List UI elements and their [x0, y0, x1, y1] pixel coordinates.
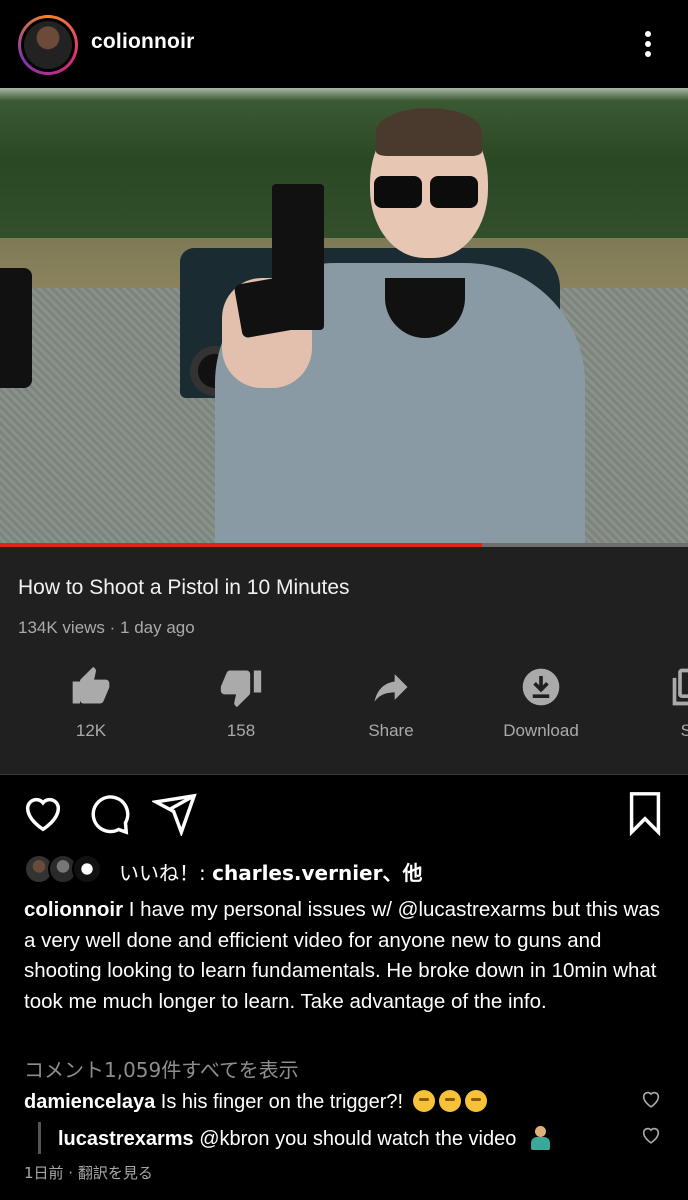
post-action-bar: [0, 790, 688, 840]
pistol: [232, 184, 330, 354]
likes-username[interactable]: charles.vernier: [212, 861, 382, 885]
video-thumbnail[interactable]: [0, 88, 688, 544]
share-arrow-icon: [374, 674, 408, 702]
liker-avatar: [72, 854, 102, 884]
more-options-icon[interactable]: [630, 26, 666, 62]
person-shrugging-emoji: [528, 1126, 552, 1150]
post-header: colionnoir: [0, 0, 688, 88]
heart-icon[interactable]: [20, 790, 66, 836]
view-all-comments-link[interactable]: コメント1,059件すべてを表示: [24, 1054, 299, 1083]
header-username[interactable]: colionnoir: [91, 30, 195, 54]
thumbs-up-icon: [72, 666, 110, 704]
reply-username[interactable]: lucastrexarms: [58, 1128, 194, 1150]
dislike-button[interactable]: 158: [166, 665, 316, 745]
divider: [0, 774, 688, 775]
reply-indicator: [38, 1122, 41, 1154]
send-icon[interactable]: [152, 790, 198, 836]
profile-avatar[interactable]: [18, 15, 78, 75]
save-button[interactable]: Sa: [616, 665, 688, 745]
video-actions: 12K 158 Share Download Sa: [0, 665, 688, 745]
bookmark-icon[interactable]: [622, 790, 668, 836]
comment-text: Is his finger on the trigger?!: [155, 1091, 409, 1113]
thinking-face-emoji: [438, 1090, 461, 1112]
download-icon: [522, 668, 560, 706]
like-button[interactable]: 12K: [16, 665, 166, 745]
caption-username[interactable]: colionnoir: [24, 898, 123, 921]
thumbs-down-icon: [220, 670, 262, 708]
youtube-info-panel: How to Shoot a Pistol in 10 Minutes 134K…: [0, 547, 688, 774]
thinking-face-emoji: [464, 1090, 487, 1112]
comment-username[interactable]: damiencelaya: [24, 1091, 155, 1113]
reply-item: lucastrexarms @kbron you should watch th…: [58, 1126, 552, 1151]
thinking-face-emoji: [412, 1090, 435, 1112]
video-title: How to Shoot a Pistol in 10 Minutes: [18, 576, 350, 599]
comment-like-heart-icon[interactable]: [640, 1088, 662, 1110]
video-meta: 134K views · 1 day ago: [18, 618, 195, 637]
comment-icon[interactable]: [86, 790, 132, 836]
reply-text: @kbron you should watch the video: [193, 1128, 522, 1150]
save-icon: [672, 668, 688, 706]
post-time-translate[interactable]: 1日前 · 翻訳を見る: [24, 1162, 153, 1183]
reply-like-heart-icon[interactable]: [640, 1124, 662, 1146]
post-caption: colionnoir I have my personal issues w/ …: [24, 895, 664, 1017]
comment-item: damiencelaya Is his finger on the trigge…: [24, 1090, 487, 1114]
likes-row[interactable]: いいね！: charles.vernier、他: [24, 852, 664, 888]
share-button[interactable]: Share: [316, 665, 466, 745]
likes-text: いいね！: charles.vernier、他: [119, 861, 423, 885]
sunglasses: [372, 176, 478, 210]
download-button[interactable]: Download: [466, 665, 616, 745]
